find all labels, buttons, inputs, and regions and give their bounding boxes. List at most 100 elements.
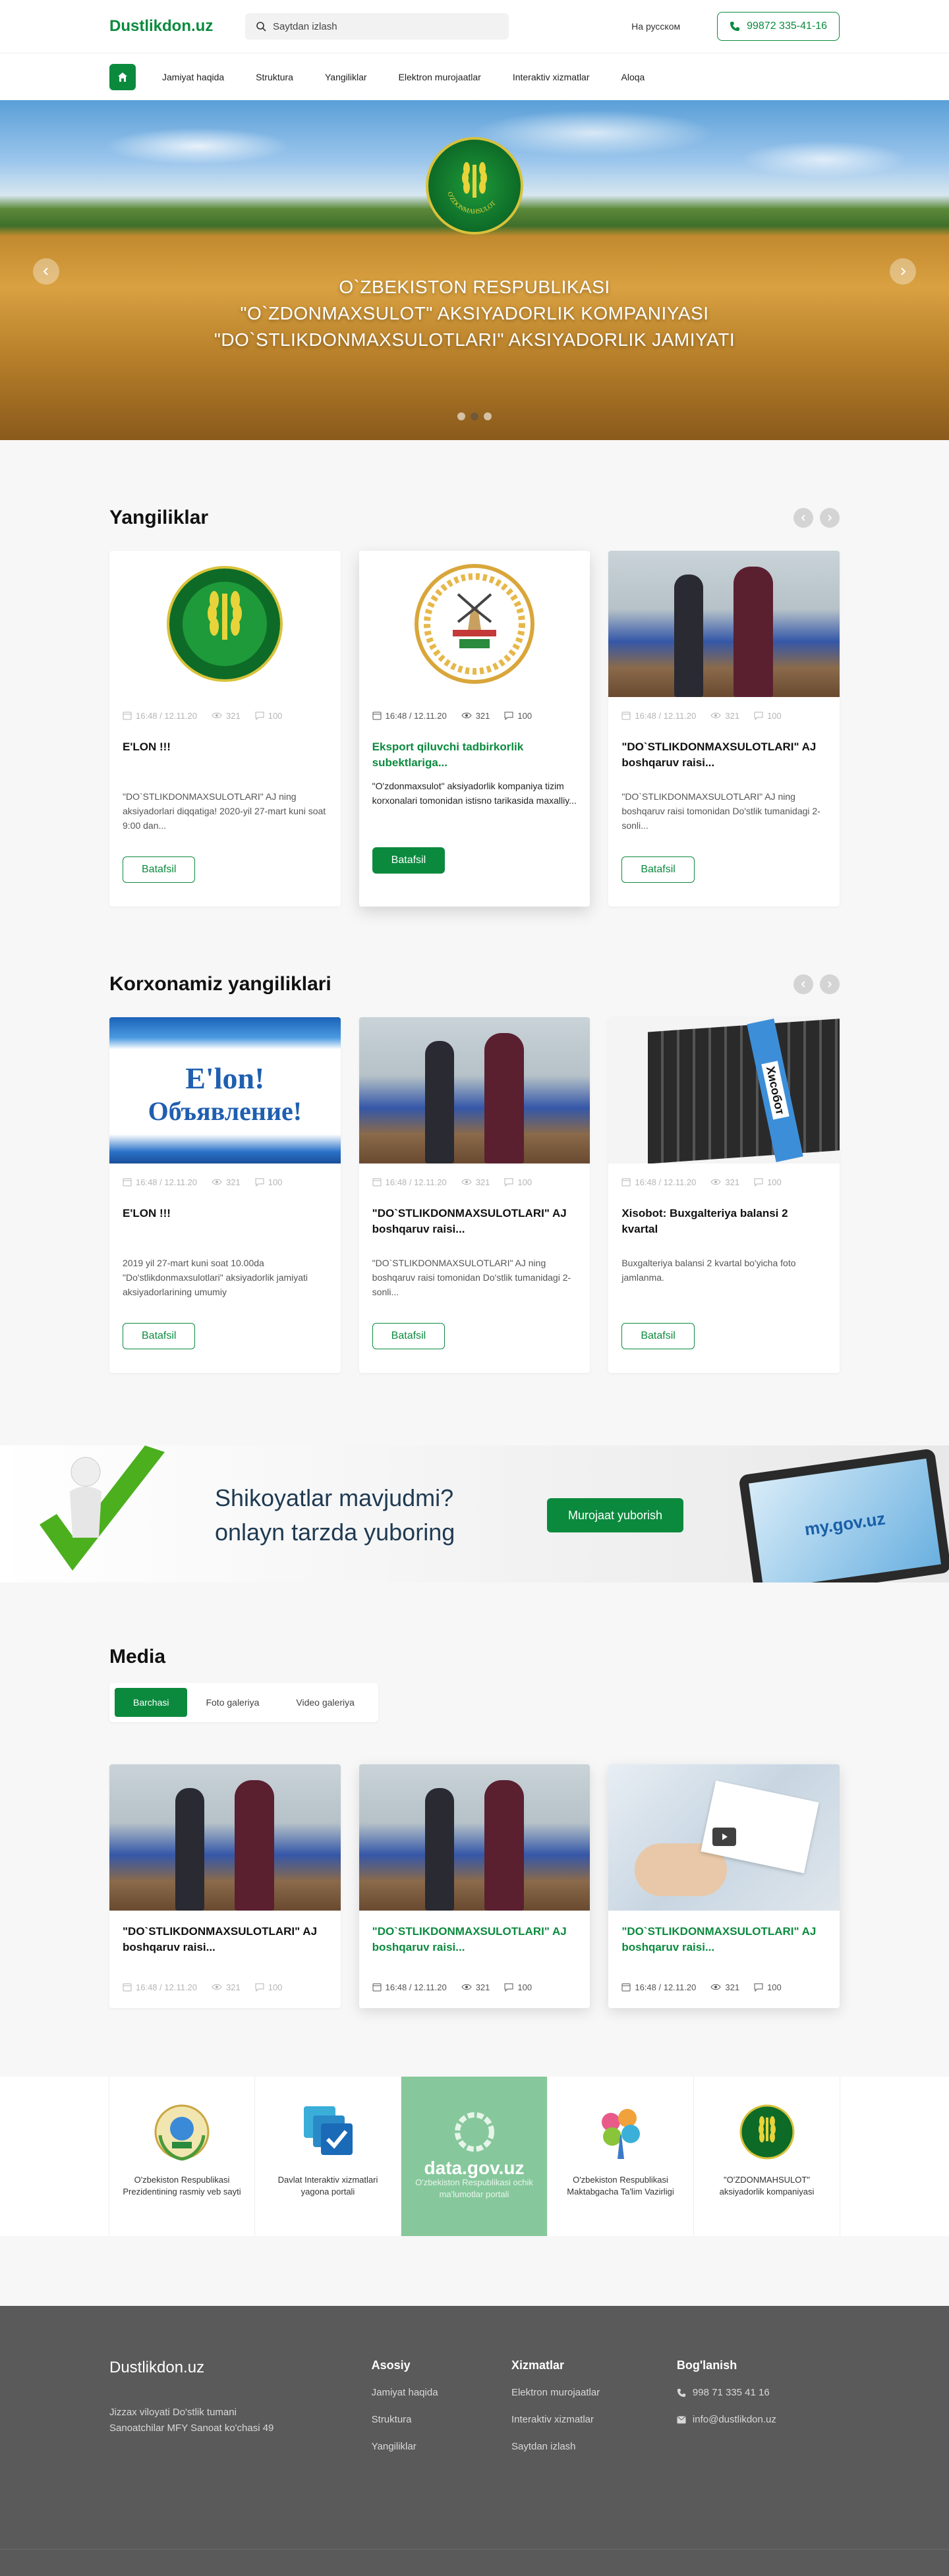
company-news-card[interactable]: E'lon! Объявление! 16:48 / 12.11.20 321 …	[109, 1017, 341, 1373]
media-card-title[interactable]: "DO`STLIKDONMAXSULOTLARI" AJ boshqaruv r…	[123, 1924, 328, 1955]
more-button[interactable]: Batafsil	[123, 1323, 196, 1349]
partner-president-site[interactable]: O'zbekiston Respublikasi Prezidentining …	[109, 2077, 255, 2236]
news-section-title: Yangiliklar	[109, 507, 209, 528]
media-video-thumb	[608, 1764, 840, 1911]
nav-item-appeals[interactable]: Elektron murojaatlar	[399, 72, 481, 82]
news-card-comments: 100	[767, 710, 782, 721]
chevron-right-icon	[828, 981, 832, 988]
more-button[interactable]: Batafsil	[372, 847, 446, 874]
footer-logo[interactable]: Dustlikdon.uz	[109, 2359, 372, 2377]
chevron-right-icon	[901, 267, 906, 275]
news-card-title[interactable]: Eksport qiluvchi tadbirkorlik subektlari…	[372, 739, 577, 771]
hero-title: O`ZBEKISTON RESPUBLIKASI "O`ZDONMAXSULOT…	[0, 274, 949, 353]
media-card[interactable]: "DO`STLIKDONMAXSULOTLARI" AJ boshqaruv r…	[359, 1764, 590, 2008]
comment-icon	[255, 1983, 264, 1992]
partner-label: O'zbekiston Respublikasi Maktabgacha Ta'…	[567, 2175, 674, 2197]
home-icon	[118, 72, 127, 82]
tab-all[interactable]: Barchasi	[115, 1688, 188, 1717]
media-card-title[interactable]: "DO`STLIKDONMAXSULOTLARI" AJ boshqaruv r…	[621, 1924, 826, 1955]
news-card[interactable]: 16:48 / 12.11.20 321 100 "DO`STLIKDONMAX…	[608, 551, 840, 907]
news-card-title[interactable]: E'LON !!!	[123, 739, 328, 771]
calendar-icon	[621, 1983, 631, 1992]
tab-photo-gallery[interactable]: Foto galeriya	[187, 1688, 277, 1717]
more-button[interactable]: Batafsil	[123, 856, 196, 883]
media-section: Media Barchasi Foto galeriya Video galer…	[0, 1582, 949, 2008]
nav-item-contact[interactable]: Aloqa	[621, 72, 645, 82]
footer-link-about[interactable]: Jamiyat haqida	[372, 2387, 511, 2398]
media-card-comments: 100	[767, 1982, 782, 1992]
footer-email[interactable]: info@dustlikdon.uz	[677, 2414, 840, 2425]
search-input[interactable]	[273, 20, 484, 32]
eye-icon	[461, 712, 472, 719]
nav-item-services[interactable]: Interaktiv xizmatlar	[513, 72, 590, 82]
phone-button[interactable]: 99872 335-41-16	[717, 12, 840, 41]
complaints-banner: Shikoyatlar mavjudmi? onlayn tarzda yubo…	[0, 1445, 949, 1582]
footer-link-structure[interactable]: Struktura	[372, 2414, 511, 2425]
site-logo[interactable]: Dustlikdon.uz	[109, 17, 241, 36]
footer-link-services[interactable]: Interaktiv xizmatlar	[511, 2414, 677, 2425]
footer-phone[interactable]: 998 71 335 41 16	[677, 2387, 840, 2398]
news-card-views: 321	[725, 710, 740, 721]
comment-icon	[255, 1178, 264, 1187]
hero-dot-1[interactable]	[457, 412, 465, 420]
hero-dot-2[interactable]	[471, 412, 478, 420]
company-news-card[interactable]: Хисобот 16:48 / 12.11.20 321 100 Xisobot…	[608, 1017, 840, 1373]
hero-slider: O'ZDONMAHSULOT O`ZBEKISTON RESPUBLIKASI …	[0, 100, 949, 440]
more-button[interactable]: Batafsil	[372, 1323, 446, 1349]
card-title[interactable]: E'LON !!!	[123, 1206, 328, 1237]
language-switch[interactable]: На русском	[631, 21, 680, 32]
more-button[interactable]: Batafsil	[621, 856, 695, 883]
card-views: 321	[226, 1177, 241, 1187]
svg-text:O'ZDONMAHSULOT: O'ZDONMAHSULOT	[446, 191, 497, 215]
eye-icon	[461, 1179, 472, 1185]
card-title[interactable]: "DO`STLIKDONMAXSULOTLARI" AJ boshqaruv r…	[372, 1206, 577, 1237]
company-news-title: Korxonamiz yangiliklari	[109, 973, 331, 995]
news-card[interactable]: 16:48 / 12.11.20 321 100 Eksport qiluvch…	[359, 551, 590, 907]
company-news-next-button[interactable]	[820, 974, 840, 994]
search-box[interactable]	[245, 13, 509, 40]
media-card-title[interactable]: "DO`STLIKDONMAXSULOTLARI" AJ boshqaruv r…	[372, 1924, 577, 1955]
company-news-prev-button[interactable]	[793, 974, 813, 994]
partner-label: O'zbekiston Respublikasi Prezidentining …	[123, 2175, 241, 2197]
partner-data-gov[interactable]: data.gov.uz O'zbekiston Respublikasi och…	[401, 2077, 548, 2236]
eye-icon	[212, 712, 222, 719]
card-date: 16:48 / 12.11.20	[136, 1177, 198, 1187]
media-card[interactable]: "DO`STLIKDONMAXSULOTLARI" AJ boshqaruv r…	[608, 1764, 840, 2008]
hero-prev-button[interactable]	[33, 258, 59, 285]
news-prev-button[interactable]	[793, 508, 813, 528]
hero-dot-3[interactable]	[484, 412, 492, 420]
media-card-comments: 100	[268, 1982, 283, 1992]
eye-icon	[212, 1179, 222, 1185]
media-card[interactable]: "DO`STLIKDONMAXSULOTLARI" AJ boshqaruv r…	[109, 1764, 341, 2008]
nav-item-structure[interactable]: Struktura	[256, 72, 293, 82]
news-card-title[interactable]: "DO`STLIKDONMAXSULOTLARI" AJ boshqaruv r…	[621, 739, 826, 771]
news-next-button[interactable]	[820, 508, 840, 528]
hero-emblem: O'ZDONMAHSULOT	[426, 137, 523, 235]
news-card-comments: 100	[268, 710, 283, 721]
card-comments: 100	[268, 1177, 283, 1187]
footer-link-appeals[interactable]: Elektron murojaatlar	[511, 2387, 677, 2398]
card-title[interactable]: Xisobot: Buxgalteriya balansi 2 kvartal	[621, 1206, 826, 1237]
footer-col1-title: Asosiy	[371, 2359, 411, 2372]
news-card[interactable]: 16:48 / 12.11.20 321 100 E'LON !!! "DO`S…	[109, 551, 341, 907]
play-button[interactable]	[712, 1828, 737, 1846]
footer-link-search[interactable]: Saytdan izlash	[511, 2441, 677, 2452]
news-card-date: 16:48 / 12.11.20	[635, 710, 697, 721]
nav-item-about[interactable]: Jamiyat haqida	[162, 72, 224, 82]
partner-preschool-ministry[interactable]: O'zbekiston Respublikasi Maktabgacha Ta'…	[548, 2077, 694, 2236]
hero-next-button[interactable]	[890, 258, 916, 285]
nav-item-news[interactable]: Yangiliklar	[325, 72, 367, 82]
banner-line1: Shikoyatlar mavjudmi?	[215, 1484, 454, 1511]
more-button[interactable]: Batafsil	[621, 1323, 695, 1349]
footer-link-news[interactable]: Yangiliklar	[372, 2441, 511, 2452]
send-appeal-button[interactable]: Murojaat yuborish	[547, 1498, 684, 1532]
company-news-card[interactable]: 16:48 / 12.11.20 321 100 "DO`STLIKDONMAX…	[359, 1017, 590, 1373]
tab-video-gallery[interactable]: Video galeriya	[277, 1688, 372, 1717]
partner-my-gov[interactable]: Davlat Interaktiv xizmatlari yagona port…	[255, 2077, 401, 2236]
wheat-emblem-icon: O'ZDONMAHSULOT	[446, 162, 498, 215]
footer-email-text: info@dustlikdon.uz	[692, 2414, 776, 2425]
hero-title-line2: "O`ZDONMAXSULOT" AKSIYADORLIK KOMPANIYAS…	[240, 303, 709, 323]
home-button[interactable]	[109, 64, 136, 90]
calendar-icon	[123, 712, 132, 720]
partner-ozdonmahsulot[interactable]: "O'ZDONMAHSULOT" aksiyadorlik kompaniyas…	[694, 2077, 840, 2236]
